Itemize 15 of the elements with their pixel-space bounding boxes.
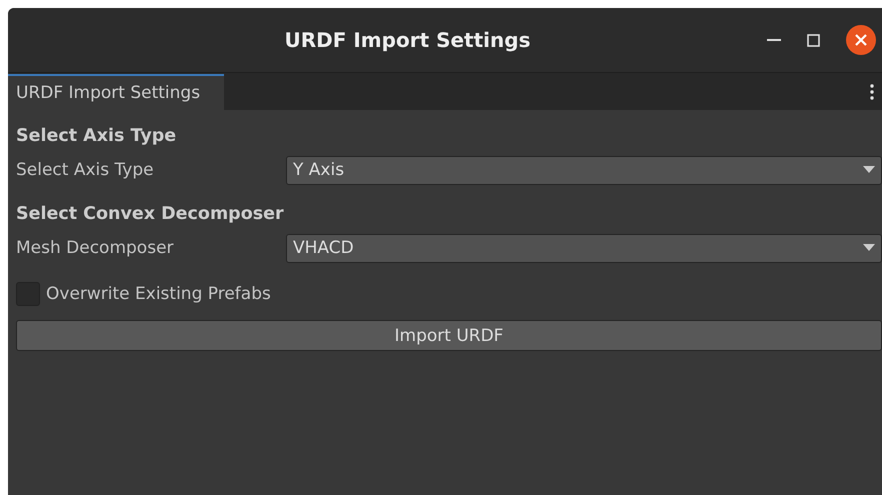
window-title: URDF Import Settings <box>284 28 532 52</box>
dropdown[interactable]: VHACD <box>286 234 882 262</box>
section-heading: Select Axis Type <box>16 125 178 148</box>
field-label: Mesh Decomposer <box>16 238 175 258</box>
maximize-icon[interactable] <box>807 34 820 46</box>
tab[interactable]: URDF Import Settings <box>8 74 224 110</box>
close-icon[interactable] <box>846 25 876 55</box>
more-options-icon[interactable] <box>870 84 874 100</box>
caret-icon <box>863 166 875 174</box>
field-label: Select Axis Type <box>16 160 155 180</box>
import-button[interactable]: Import URDF <box>16 320 882 351</box>
dropdown[interactable]: Y Axis <box>286 156 882 184</box>
section-heading: Select Convex Decomposer <box>16 203 285 226</box>
checkbox-label: Overwrite Existing Prefabs <box>46 284 271 304</box>
caret-icon <box>863 244 875 252</box>
